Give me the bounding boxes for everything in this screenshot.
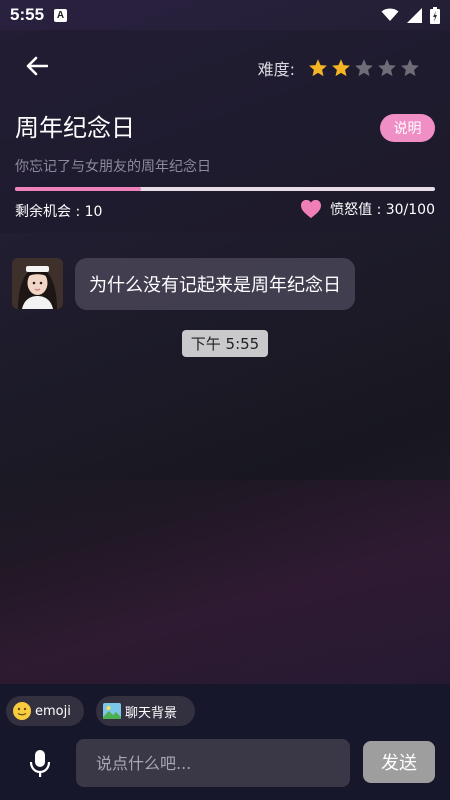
star-icon bbox=[355, 59, 373, 77]
remaining-chances: 剩余机会 : 10 bbox=[15, 204, 103, 220]
signal-icon bbox=[407, 7, 422, 23]
anger-text: 愤怒值 : 30/100 bbox=[330, 202, 435, 218]
star-icon bbox=[332, 59, 350, 77]
back-arrow-icon bbox=[26, 56, 48, 76]
message-timestamp: 下午 5:55 bbox=[182, 330, 268, 357]
status-time: 5:55 bbox=[10, 5, 45, 24]
scenario-subtitle: 你忘记了与女朋友的周年纪念日 bbox=[15, 159, 211, 175]
explain-button[interactable]: 说明 bbox=[380, 114, 435, 142]
emoji-icon bbox=[13, 702, 31, 720]
status-icons bbox=[381, 6, 440, 24]
battery-icon bbox=[430, 6, 440, 24]
avatar-portrait bbox=[12, 258, 63, 309]
send-button[interactable]: 发送 bbox=[363, 741, 435, 783]
anger-progress-bar bbox=[15, 187, 435, 191]
anger-value: 愤怒值 : 30/100 bbox=[300, 199, 435, 219]
star-icon bbox=[401, 59, 419, 77]
wifi-icon bbox=[381, 8, 399, 21]
star-list bbox=[305, 58, 420, 78]
difficulty-rating: 难度: bbox=[258, 56, 420, 80]
heart-icon bbox=[301, 199, 322, 219]
message-input[interactable] bbox=[76, 739, 350, 787]
message-row: 为什么没有记起来是周年纪念日 bbox=[12, 258, 355, 310]
star-icon bbox=[378, 59, 396, 77]
anger-progress-fill bbox=[15, 187, 141, 191]
microphone-icon[interactable] bbox=[28, 749, 52, 779]
emoji-button[interactable]: emoji bbox=[6, 696, 84, 726]
background-glow bbox=[0, 480, 450, 700]
input-panel: emoji 聊天背景 发送 bbox=[0, 684, 450, 800]
back-button[interactable] bbox=[20, 52, 54, 80]
avatar[interactable] bbox=[12, 258, 63, 309]
difficulty-label: 难度: bbox=[257, 60, 295, 79]
chat-background-button[interactable]: 聊天背景 bbox=[96, 696, 195, 726]
notification-a-icon: A bbox=[54, 8, 68, 22]
status-bar: 5:55 A bbox=[0, 0, 450, 30]
game-info-header: 难度: 周年纪念日 说明 你忘记了与女朋友的周年纪念日 剩余机会 : 10 愤怒… bbox=[0, 30, 450, 233]
message-bubble[interactable]: 为什么没有记起来是周年纪念日 bbox=[75, 258, 355, 310]
image-icon bbox=[103, 703, 121, 719]
chat-background-label: 聊天背景 bbox=[125, 705, 178, 721]
page-title: 周年纪念日 bbox=[15, 114, 135, 142]
star-icon bbox=[309, 59, 327, 77]
emoji-label: emoji bbox=[35, 703, 71, 719]
